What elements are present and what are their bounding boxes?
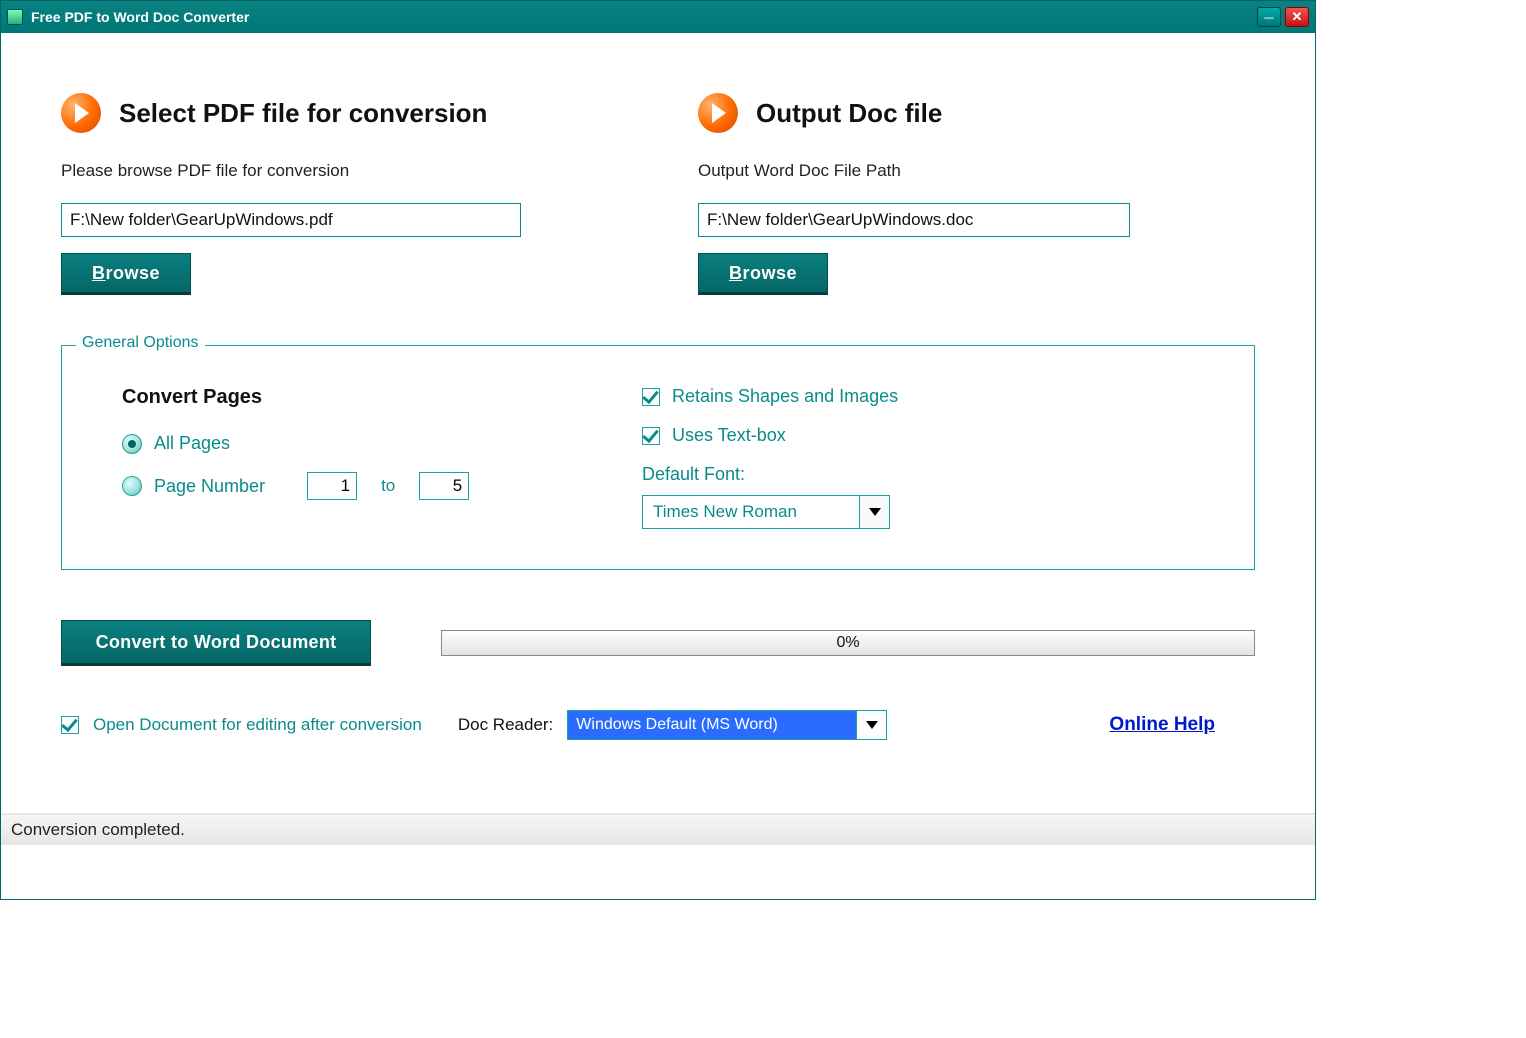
window-title: Free PDF to Word Doc Converter (31, 9, 249, 25)
default-font-value: Times New Roman (642, 495, 860, 529)
play-bullet-icon (61, 93, 101, 133)
app-icon (7, 9, 23, 25)
status-bar: Conversion completed. (1, 813, 1315, 845)
default-font-label: Default Font: (642, 464, 1204, 485)
to-label: to (381, 476, 395, 496)
browse-output-button[interactable]: Browse (698, 253, 828, 295)
radio-all-pages[interactable] (122, 434, 142, 454)
doc-reader-value: Windows Default (MS Word) (567, 710, 857, 740)
page-number-label: Page Number (154, 476, 265, 497)
titlebar[interactable]: Free PDF to Word Doc Converter ─ ✕ (1, 1, 1315, 33)
output-subtitle: Output Word Doc File Path (698, 161, 1255, 181)
page-to-input[interactable] (419, 472, 469, 500)
close-button[interactable]: ✕ (1285, 7, 1309, 27)
uses-textbox-label: Uses Text-box (672, 425, 786, 446)
online-help-link[interactable]: Online Help (1109, 714, 1215, 736)
minimize-button[interactable]: ─ (1257, 7, 1281, 27)
chevron-down-icon[interactable] (860, 495, 890, 529)
convert-pages-title: Convert Pages (122, 386, 522, 409)
all-pages-label: All Pages (154, 433, 230, 454)
convert-button[interactable]: Convert to Word Document (61, 620, 371, 666)
page-from-input[interactable] (307, 472, 357, 500)
output-doc-path[interactable] (698, 203, 1130, 237)
general-options-group: General Options Convert Pages All Pages … (61, 345, 1255, 570)
progress-text: 0% (442, 631, 1254, 655)
input-subtitle: Please browse PDF file for conversion (61, 161, 618, 181)
check-retain-shapes[interactable] (642, 388, 660, 406)
open-after-label: Open Document for editing after conversi… (93, 715, 422, 735)
check-uses-textbox[interactable] (642, 427, 660, 445)
chevron-down-icon[interactable] (857, 710, 887, 740)
browse-input-button[interactable]: Browse (61, 253, 191, 295)
retain-shapes-label: Retains Shapes and Images (672, 386, 898, 407)
options-legend: General Options (76, 334, 205, 352)
input-pdf-path[interactable] (61, 203, 521, 237)
doc-reader-label: Doc Reader: (458, 715, 553, 735)
doc-reader-combo[interactable]: Windows Default (MS Word) (567, 710, 887, 740)
output-section-title: Output Doc file (756, 98, 942, 129)
radio-page-number[interactable] (122, 476, 142, 496)
progress-bar: 0% (441, 630, 1255, 656)
status-text: Conversion completed. (11, 820, 185, 840)
play-bullet-icon (698, 93, 738, 133)
default-font-combo[interactable]: Times New Roman (642, 495, 890, 529)
check-open-after[interactable] (61, 716, 79, 734)
input-section-title: Select PDF file for conversion (119, 98, 487, 129)
